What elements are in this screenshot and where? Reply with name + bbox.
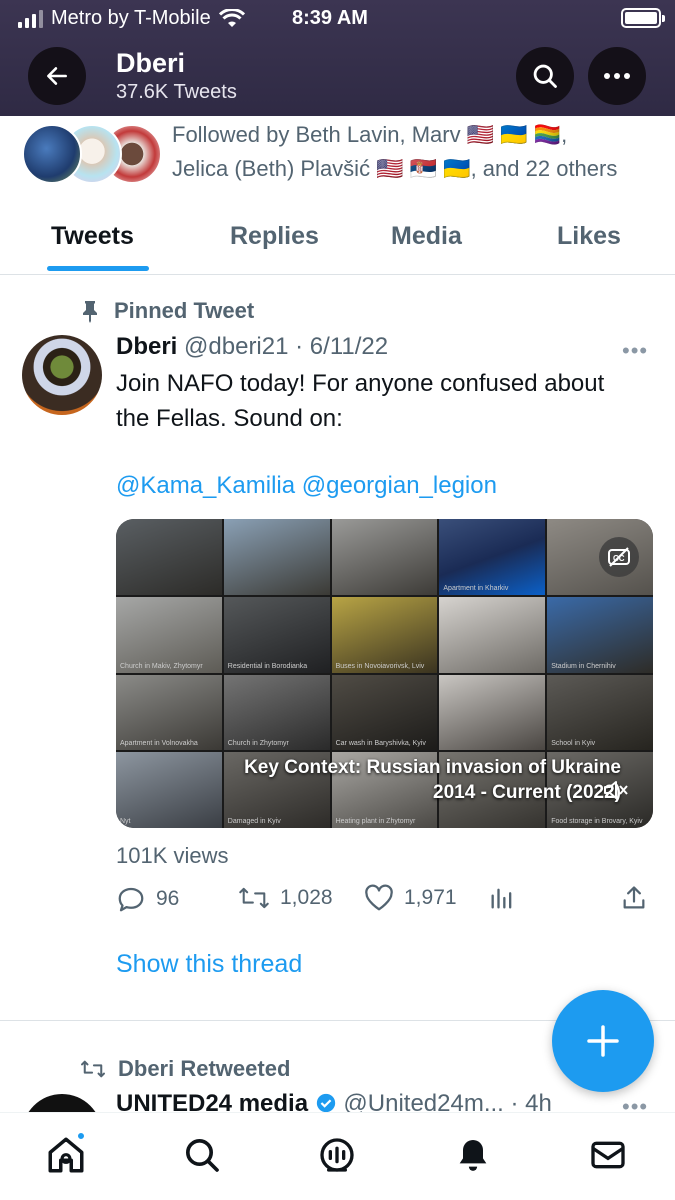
video-cell: Church in Makiv, Zhytomyr <box>116 596 222 673</box>
nav-search[interactable] <box>180 1133 224 1177</box>
retweeted-label: Dberi Retweeted <box>80 1056 290 1082</box>
reply-count: 96 <box>156 887 180 910</box>
arrow-left-icon <box>47 67 67 85</box>
heart-icon <box>365 884 393 911</box>
messages-icon <box>591 1141 625 1169</box>
spaces-icon <box>320 1138 354 1172</box>
profile-name: Dberi <box>116 48 186 78</box>
tweet-author-name[interactable]: Dberi <box>116 333 177 360</box>
retweet-button[interactable]: 1,028 <box>238 884 333 912</box>
video-cell <box>439 674 546 751</box>
tweet-count: 37.6K Tweets <box>116 81 237 103</box>
video-caption-line-2: 2014 - Current (2022) <box>433 782 621 803</box>
tweet-more-button[interactable]: ••• <box>622 338 648 364</box>
profile-tabs: Tweets Replies Media Likes <box>0 204 675 275</box>
search-icon <box>186 1139 219 1172</box>
more-button[interactable] <box>588 47 646 105</box>
more-horizontal-icon <box>604 73 630 79</box>
retweet-count: 1,028 <box>280 886 333 909</box>
nav-messages[interactable] <box>586 1133 630 1177</box>
captions-off-icon: CC <box>608 547 630 567</box>
avatar[interactable] <box>22 335 102 415</box>
compose-tweet-button[interactable] <box>552 990 654 1092</box>
share-button[interactable] <box>620 884 648 912</box>
search-icon <box>533 64 557 88</box>
followed-by-text[interactable]: Followed by Beth Lavin, Marv 🇺🇸 🇺🇦 🏳️‍🌈,… <box>172 118 662 186</box>
retweet-icon <box>239 887 269 909</box>
wifi-icon <box>218 8 245 27</box>
video-cell: Residential in Borodianka <box>223 596 330 673</box>
pin-icon <box>83 301 97 323</box>
like-count: 1,971 <box>404 886 457 909</box>
followed-by-line-2: Jelica (Beth) Plavšić 🇺🇸 🇷🇸 🇺🇦, and 22 o… <box>172 156 618 181</box>
carrier-info: Metro by T-Mobile <box>18 7 245 30</box>
nav-home[interactable] <box>44 1131 88 1177</box>
tweet-mentions[interactable]: @Kama_Kamilia @georgian_legion <box>116 472 497 500</box>
pinned-label: Pinned Tweet <box>80 298 254 324</box>
bottom-navigation <box>0 1112 675 1200</box>
avatar <box>22 124 82 184</box>
plus-icon <box>587 1025 619 1057</box>
analytics-button[interactable] <box>488 884 516 912</box>
signal-icon <box>18 9 43 28</box>
followers-you-know-avatars[interactable] <box>22 124 162 186</box>
video-cell <box>116 519 222 595</box>
nav-notifications[interactable] <box>451 1133 495 1177</box>
share-icon <box>623 886 645 909</box>
video-cell: Nyt <box>116 752 222 828</box>
video-caption: Key Context: Russian invasion of Ukraine… <box>244 755 621 805</box>
video-cell: School in Kyiv <box>547 674 653 751</box>
verified-badge-icon <box>316 1093 335 1113</box>
video-cell: Apartment in Kharkiv <box>439 519 546 595</box>
retweet-icon <box>80 1060 106 1078</box>
show-thread-link[interactable]: Show this thread <box>116 950 302 979</box>
new-content-indicator <box>76 1131 86 1141</box>
battery-icon <box>621 8 665 28</box>
view-count: 101K views <box>116 843 229 868</box>
status-bar: Metro by T-Mobile 8:39 AM <box>0 0 675 40</box>
tweet-actions: 96 1,028 1,971 <box>116 884 656 920</box>
tab-replies[interactable]: Replies <box>230 222 319 251</box>
followed-by-line-1: Followed by Beth Lavin, Marv 🇺🇸 🇺🇦 🏳️‍🌈, <box>172 122 568 147</box>
clock: 8:39 AM <box>292 7 368 29</box>
tweet-video[interactable]: Apartment in Kharkiv Church in Makiv, Zh… <box>116 519 653 828</box>
video-cell <box>439 596 546 673</box>
video-cell: Stadium in Chernihiv <box>547 596 653 673</box>
back-button[interactable] <box>28 47 86 105</box>
pinned-tweet-label: Pinned Tweet <box>114 298 255 323</box>
video-cell: Apartment in Volnovakha <box>116 674 222 751</box>
active-tab-indicator <box>47 266 149 271</box>
tab-likes[interactable]: Likes <box>557 222 621 251</box>
notifications-icon <box>459 1140 487 1171</box>
video-cell: Car wash in Baryshivka, Kyiv <box>331 674 438 751</box>
like-button[interactable]: 1,971 <box>364 884 457 912</box>
video-cell: Church in Zhytomyr <box>223 674 330 751</box>
reply-button[interactable]: 96 <box>116 884 179 914</box>
captions-button[interactable]: CC <box>599 537 639 577</box>
profile-header: Metro by T-Mobile 8:39 AM Dberi 37.6K Tw… <box>0 0 675 116</box>
carrier-name: Metro by T-Mobile <box>51 7 211 29</box>
tweet-header: Dberi @dberi21 · 6/11/22 <box>116 333 389 360</box>
analytics-icon <box>491 888 512 909</box>
reply-icon <box>118 887 144 912</box>
search-button[interactable] <box>516 47 574 105</box>
tweet-date[interactable]: 6/11/22 <box>310 333 388 360</box>
video-caption-line-1: Key Context: Russian invasion of Ukraine <box>244 757 621 778</box>
tab-tweets[interactable]: Tweets <box>51 222 134 251</box>
muted-speaker-icon[interactable] <box>603 779 629 801</box>
video-cell <box>223 519 330 595</box>
nav-spaces[interactable] <box>315 1133 359 1177</box>
video-cell <box>331 519 438 595</box>
tab-media[interactable]: Media <box>391 222 462 251</box>
retweeted-by-label: Dberi Retweeted <box>118 1056 291 1081</box>
tweet-text: Join NAFO today! For anyone confused abo… <box>116 370 605 432</box>
video-cell: Buses in Novoiavorivsk, Lviv <box>331 596 438 673</box>
tweet-author-handle[interactable]: @dberi21 <box>184 333 288 360</box>
